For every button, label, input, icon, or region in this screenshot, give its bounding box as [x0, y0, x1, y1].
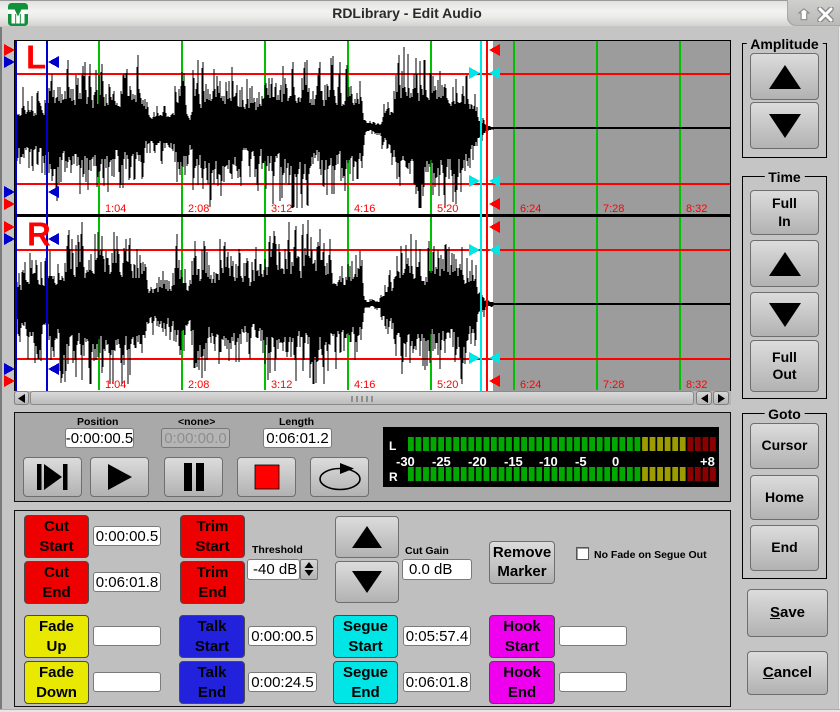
svg-text:8:32: 8:32	[686, 203, 707, 215]
svg-text:2:08: 2:08	[188, 203, 209, 215]
svg-text:5:20: 5:20	[437, 379, 458, 391]
svg-text:-5: -5	[575, 454, 587, 469]
svg-text:8:32: 8:32	[686, 379, 707, 391]
svg-text:7:28: 7:28	[603, 379, 624, 391]
svg-text:3:12: 3:12	[271, 203, 292, 215]
svg-text:6:24: 6:24	[520, 379, 541, 391]
svg-text:4:16: 4:16	[354, 379, 375, 391]
svg-text:2:08: 2:08	[188, 379, 209, 391]
svg-text:-20: -20	[468, 454, 487, 469]
svg-text:-30: -30	[396, 454, 415, 469]
svg-text:R: R	[389, 470, 398, 484]
svg-text:R: R	[27, 216, 51, 253]
svg-text:5:20: 5:20	[437, 203, 458, 215]
svg-text:0: 0	[612, 454, 619, 469]
svg-text:6:24: 6:24	[520, 203, 541, 215]
svg-text:+8: +8	[700, 454, 715, 469]
svg-text:-10: -10	[539, 454, 558, 469]
svg-text:-15: -15	[504, 454, 523, 469]
svg-text:7:28: 7:28	[603, 203, 624, 215]
svg-text:1:04: 1:04	[105, 203, 126, 215]
svg-text:L: L	[389, 439, 396, 453]
svg-text:1:04: 1:04	[105, 379, 126, 391]
svg-text:4:16: 4:16	[354, 203, 375, 215]
svg-text:L: L	[26, 40, 46, 76]
svg-text:-25: -25	[432, 454, 451, 469]
svg-text:3:12: 3:12	[271, 379, 292, 391]
